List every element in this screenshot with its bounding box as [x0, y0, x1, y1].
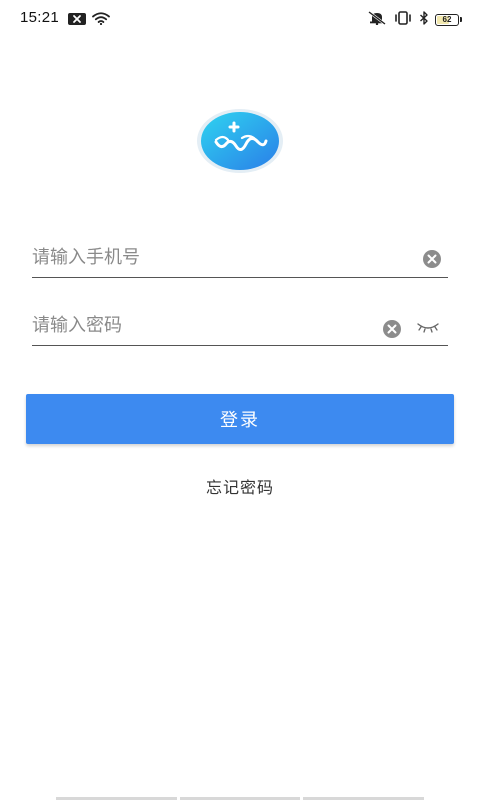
status-left-icons: [68, 10, 110, 29]
password-field: [32, 306, 448, 346]
wifi-icon: [92, 10, 110, 29]
battery-level: 62: [442, 14, 452, 24]
app-logo-icon: [196, 108, 284, 174]
phone-field: [32, 238, 448, 278]
status-bar: 15:21 62: [0, 0, 480, 36]
status-time: 15:21: [20, 9, 60, 26]
mute-icon: [367, 10, 387, 29]
battery-icon: 62: [435, 13, 462, 27]
notification-x-icon: [68, 10, 86, 29]
password-input[interactable]: [32, 306, 372, 344]
forgot-password-link[interactable]: 忘记密码: [0, 474, 480, 498]
password-clear-icon[interactable]: [382, 319, 402, 339]
phone-input[interactable]: [32, 238, 372, 276]
phone-clear-icon[interactable]: [422, 249, 442, 269]
status-right-icons: 62: [367, 10, 462, 29]
eye-closed-icon[interactable]: [416, 319, 440, 335]
login-screen: 15:21 62 请输入手机号 登录 忘记密码: [0, 0, 480, 800]
bluetooth-icon: [419, 10, 429, 29]
vibrate-icon: [393, 10, 413, 29]
login-button[interactable]: 登录: [26, 394, 454, 444]
